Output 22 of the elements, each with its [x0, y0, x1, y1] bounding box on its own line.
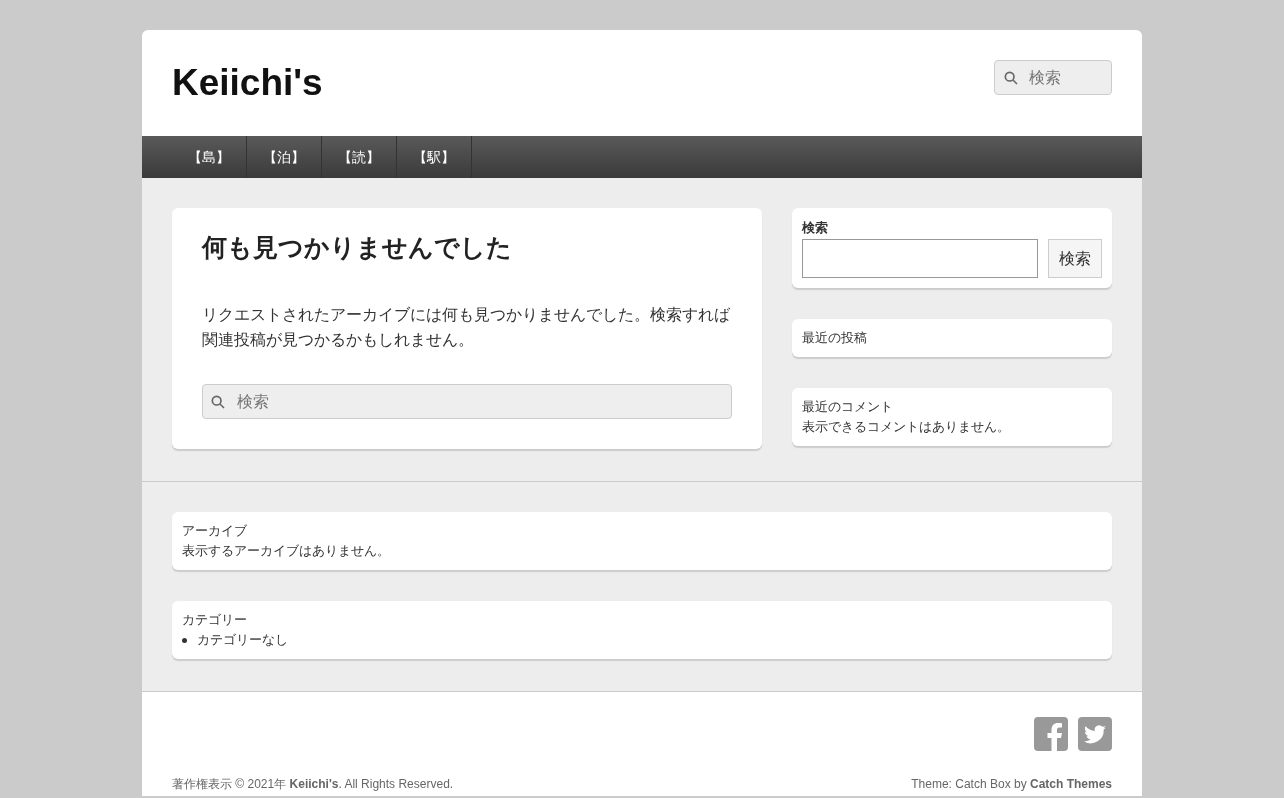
- widget-title: 検索: [802, 220, 829, 236]
- theme-credit-text: Theme: Catch Box by Catch Themes: [911, 776, 1112, 792]
- twitter-icon[interactable]: [1078, 717, 1112, 751]
- search-icon: [210, 394, 226, 410]
- search-input[interactable]: [802, 239, 1038, 278]
- message-text: リクエストされたアーカイブには何も見つかりませんでした。検索すれば関連投稿が見つかるかもしれません。: [202, 305, 731, 350]
- widget-text: 表示できるコメントはありません。: [802, 418, 1011, 436]
- search-icon: [1003, 70, 1019, 86]
- widget-title: アーカイブ: [182, 522, 248, 540]
- page-title: 何も見つかりませんでした: [202, 232, 513, 263]
- copyright-text: 著作権表示 © 2021年 Keiichi's. All Rights Reserved.: [172, 776, 454, 792]
- facebook-icon[interactable]: [1034, 717, 1068, 751]
- widget-text: 表示するアーカイブはありません。: [182, 542, 391, 560]
- category-link[interactable]: カテゴリーなし: [197, 630, 288, 650]
- search-field[interactable]: 検索: [994, 60, 1112, 95]
- site-title[interactable]: Keiichi's: [172, 62, 323, 104]
- widget-title: カテゴリー: [182, 611, 248, 629]
- bullet-icon: [182, 637, 187, 643]
- widget-title: 最近の投稿: [802, 329, 868, 347]
- search-field[interactable]: 検索: [202, 384, 732, 419]
- search-button[interactable]: 検索: [1048, 239, 1102, 278]
- widget-title: 最近のコメント: [802, 398, 894, 416]
